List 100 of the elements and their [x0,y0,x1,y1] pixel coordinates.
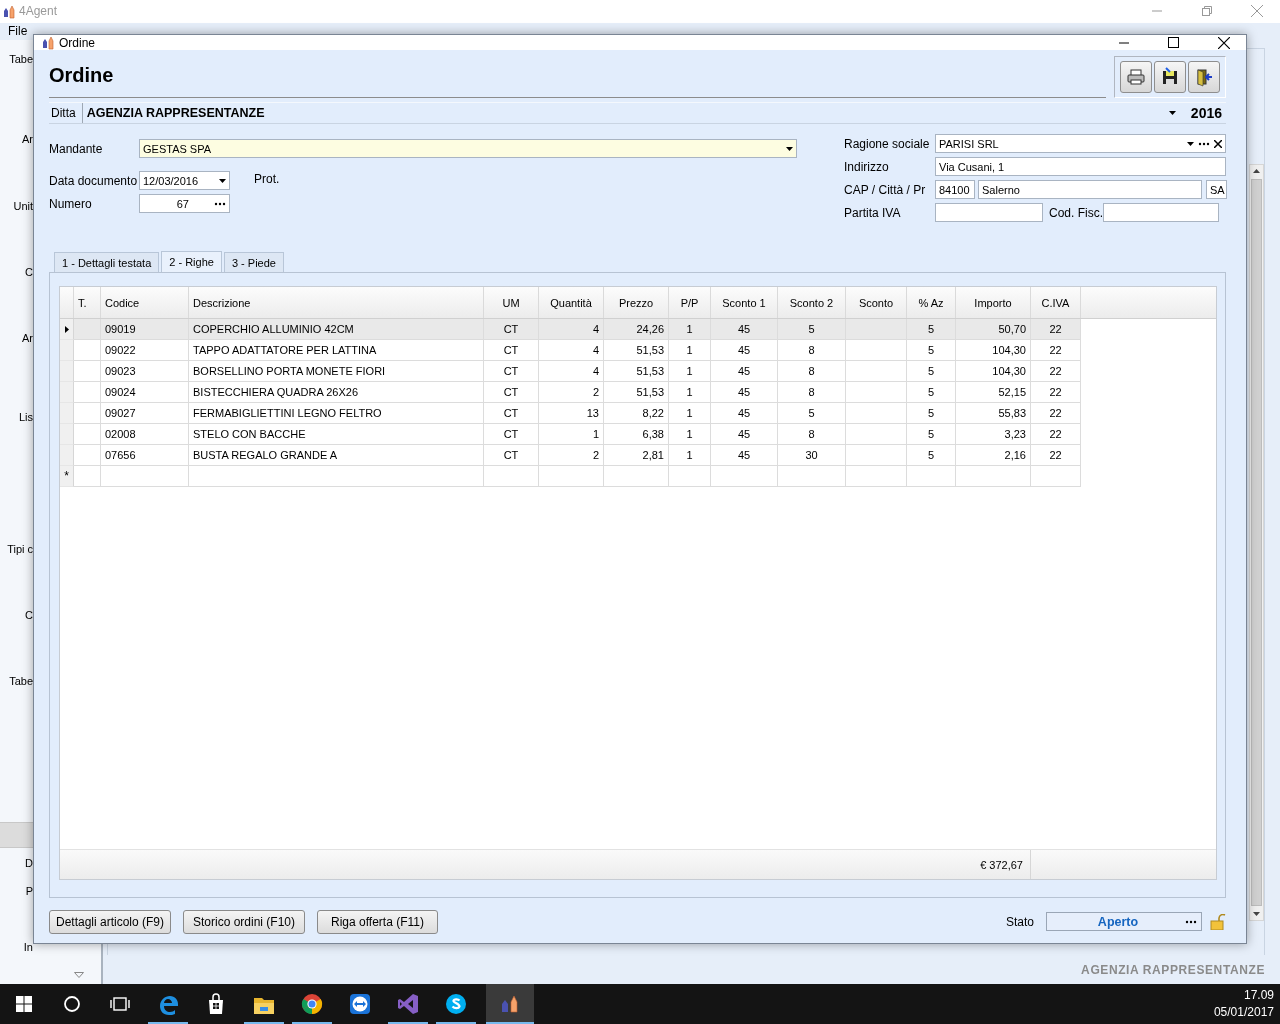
column-header[interactable]: Codice [105,296,140,309]
table-cell: 1 [686,344,693,356]
action-button[interactable]: Dettagli articolo (F9) [49,909,171,934]
customer-field[interactable]: PARISI SRL [935,134,1226,153]
table-cell: 09023 [105,365,136,377]
action-button[interactable]: Riga offerta (F11) [317,909,438,934]
sidebar-item[interactable]: In [23,940,33,954]
table-cell: 22 [1049,449,1062,461]
table-cell: 55,83 [998,407,1026,419]
field-label: Ragione sociale [844,136,930,151]
table-cell: CT [503,344,519,356]
province-field[interactable]: SA [1206,180,1227,199]
column-header[interactable]: Sconto 2 [789,296,834,309]
table-cell: 09027 [105,407,136,419]
action-button[interactable]: Storico ordini (F10) [183,909,305,934]
table-cell: 22 [1049,365,1062,377]
table-cell: CT [503,407,519,419]
table-cell: 45 [737,386,751,398]
column-header[interactable]: Sconto [858,296,894,309]
new-row-marker: * [64,469,69,483]
table-row[interactable]: 09024 BISTECCHIERA QUADRA 26X26 CT 2 51,53 1 45 8 5 52,15 22 [60,382,1081,403]
column-header[interactable]: T. [78,296,87,309]
sidebar-item[interactable]: D [25,856,33,870]
dropdown-field[interactable]: GESTAS SPA [139,139,797,158]
table-cell: 52,15 [998,386,1026,398]
table-cell: 1 [686,323,693,335]
table-row[interactable]: 02008 STELO CON BACCHE CT 1 6,38 1 45 8 5 3,23 22 [60,424,1081,445]
table-cell: BORSELLINO PORTA MONETE FIORI [193,365,386,377]
sidebar-item[interactable]: Tabe [9,674,33,688]
column-header[interactable]: UM [502,296,520,309]
table-cell: 50,70 [998,323,1026,335]
clock-time: 17.09 [1243,987,1274,1004]
status-field[interactable]: Aperto [1046,912,1202,931]
sidebar-item[interactable]: P [25,884,33,898]
table-row[interactable]: 09023 BORSELLINO PORTA MONETE FIORI CT 4 51,53 1 45 8 5 104,30 22 [60,361,1081,382]
sidebar-item[interactable]: Unit [13,199,33,213]
table-cell: 5 [927,344,935,356]
column-header[interactable]: Prezzo [618,296,654,309]
table-cell: 104,30 [992,365,1026,377]
table-cell: 8 [808,365,815,377]
address-field[interactable]: Via Cusani, 1 [935,157,1226,176]
tab[interactable]: 3 - Piede [223,252,284,272]
table-row[interactable]: 07656 BUSTA REGALO GRANDE A CT 2 2,81 1 45 30 5 2,16 22 [60,445,1081,466]
sidebar-item[interactable]: Ar [22,132,33,146]
number-field[interactable]: 67 [139,194,230,213]
table-cell: 5 [808,323,815,335]
table-cell: 8 [808,386,815,398]
field-label: CAP / Città / Pr [844,182,926,197]
column-header[interactable]: % Az [918,296,944,309]
table-cell: 5 [927,365,935,377]
tab[interactable]: 2 - Righe [161,251,222,272]
column-header[interactable]: Quantità [550,296,592,309]
company-selector[interactable]: Ditta AGENZIA RAPPRESENTANZE 2016 [49,102,1226,124]
table-cell: 09024 [105,386,136,398]
table-row[interactable]: 09019 COPERCHIO ALLUMINIO 42CM CT 4 24,26 1 45 5 5 50,70 22 [60,319,1081,340]
date-field[interactable]: 12/03/2016 [139,171,230,190]
sidebar-item[interactable]: Lis [18,410,33,424]
table-cell: 45 [737,323,751,335]
table-row[interactable]: 09027 FERMABIGLIETTINI LEGNO FELTRO CT 13 8,22 1 45 5 5 55,83 22 [60,403,1081,424]
tab[interactable]: 1 - Dettagli testata [54,252,160,272]
table-cell: 2,16 [1004,449,1026,461]
table-cell: 22 [1049,407,1062,419]
city-field[interactable]: Salerno [978,180,1202,199]
year-label: 2016 [1190,105,1222,121]
column-header[interactable]: Descrizione [193,296,251,309]
table-cell: 4 [592,365,599,377]
field-label: Numero [49,196,92,211]
column-header[interactable]: C.IVA [1041,296,1070,309]
field-label: Stato [1005,914,1034,929]
table-row[interactable]: 09022 TAPPO ADATTATORE PER LATTINA CT 4 51,53 1 45 8 5 104,30 22 [60,340,1081,361]
sidebar-item[interactable]: Ar [22,331,33,345]
row-header[interactable]: * [60,466,74,487]
field-label: Partita IVA [844,205,901,220]
sidebar-item[interactable]: Tipi c [7,542,33,556]
menu-item[interactable]: File [8,24,28,39]
sidebar-item[interactable]: C [25,265,33,279]
table-cell: 1 [686,365,693,377]
table-cell: 51,53 [636,344,664,356]
postcode-field[interactable]: 84100 [935,180,975,199]
number-value: 67 [176,197,189,210]
table-cell: 5 [927,449,935,461]
sidebar-item[interactable]: C [25,608,33,622]
table-cell: 09022 [105,344,136,356]
table-cell: 22 [1049,386,1062,398]
table-cell: 45 [737,365,751,377]
table-cell: 8 [808,344,815,356]
table-cell: 22 [1049,428,1062,440]
table-cell: 13 [586,407,599,419]
field-label: Ditta [51,106,76,120]
total-amount: € 372,67 [980,858,1023,871]
table-cell: COPERCHIO ALLUMINIO 42CM [193,323,354,335]
dialog-title: Ordine [59,35,96,50]
sidebar-item[interactable]: Tabe [9,52,33,66]
column-header[interactable]: P/P [680,296,699,309]
table-cell: CT [503,365,519,377]
column-header[interactable]: Sconto 1 [722,296,766,309]
table-cell: 3,23 [1004,428,1026,440]
table-cell: FERMABIGLIETTINI LEGNO FELTRO [193,407,382,419]
table-cell: 1 [686,386,693,398]
column-header[interactable]: Importo [974,296,1012,309]
